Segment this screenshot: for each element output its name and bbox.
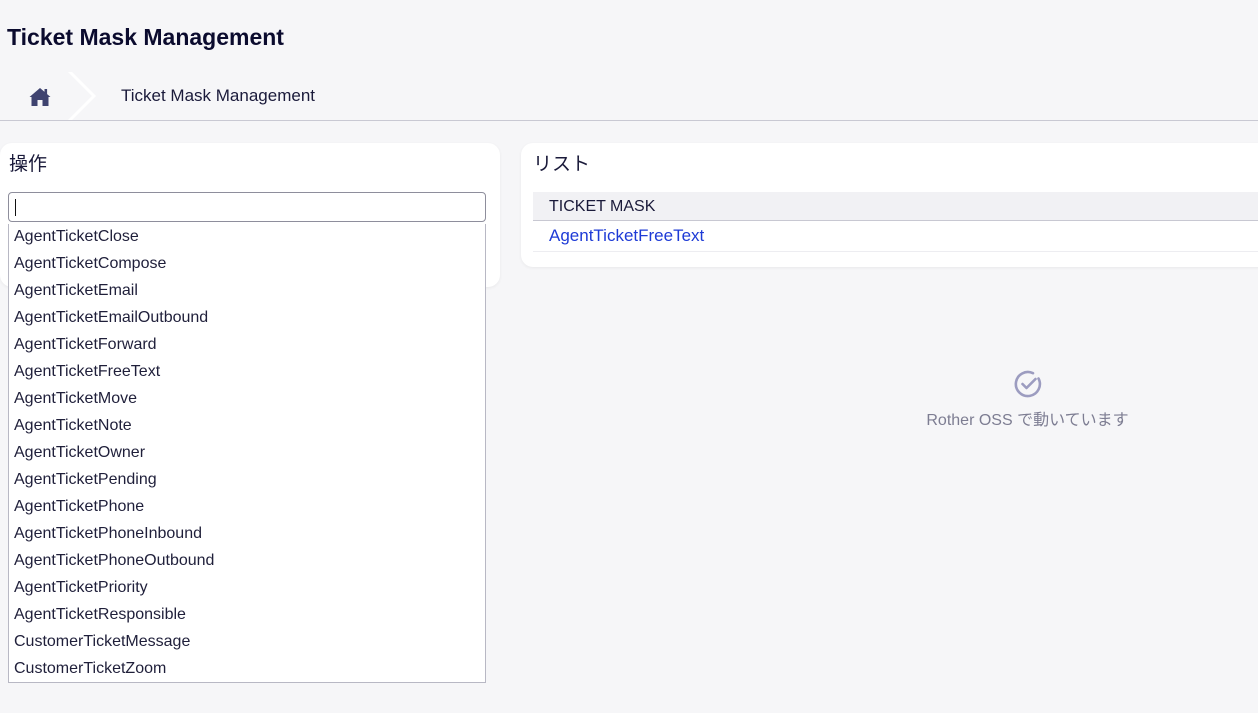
actions-panel-title: 操作 [9,154,48,175]
check-circle-icon [1014,370,1041,398]
breadcrumb-separator [68,72,96,120]
list-panel: リスト TICKET MASK AgentTicketFreeText [521,143,1258,267]
dropdown-option[interactable]: AgentTicketPending [9,467,485,494]
dropdown-option[interactable]: AgentTicketPhoneOutbound [9,548,485,575]
page-title: Ticket Mask Management [7,24,284,50]
dropdown-option[interactable]: AgentTicketMove [9,386,485,413]
home-link[interactable] [28,86,52,108]
dropdown-option[interactable]: AgentTicketClose [9,224,485,251]
dropdown-option[interactable]: AgentTicketPriority [9,575,485,602]
breadcrumb-current: Ticket Mask Management [121,86,315,105]
ticket-mask-link[interactable]: AgentTicketFreeText [549,226,704,246]
dropdown-option[interactable]: CustomerTicketZoom [9,656,485,683]
dropdown-option[interactable]: AgentTicketPhoneInbound [9,521,485,548]
table-row[interactable]: AgentTicketFreeText [533,221,1258,252]
dropdown-option[interactable]: AgentTicketEmail [9,278,485,305]
breadcrumb: Ticket Mask Management [0,72,1258,121]
dropdown-option[interactable]: AgentTicketForward [9,332,485,359]
table-header: TICKET MASK [533,192,1258,221]
dropdown-option[interactable]: AgentTicketEmailOutbound [9,305,485,332]
dropdown-option[interactable]: AgentTicketNote [9,413,485,440]
column-header-ticket-mask[interactable]: TICKET MASK [549,198,655,216]
dropdown-option[interactable]: CustomerTicketMessage [9,629,485,656]
dropdown-option[interactable]: AgentTicketCompose [9,251,485,278]
ticket-mask-dropdown[interactable]: AgentTicketClose AgentTicketCompose AgentT… [8,224,486,683]
home-icon [29,88,51,106]
dropdown-option[interactable]: AgentTicketResponsible [9,602,485,629]
dropdown-option[interactable]: AgentTicketOwner [9,440,485,467]
powered-by-text: Rother OSS で動いています [926,412,1129,429]
dropdown-option[interactable]: AgentTicketFreeText [9,359,485,386]
dropdown-option[interactable]: AgentTicketPhone [9,494,485,521]
text-caret [15,199,16,216]
list-panel-title: リスト [533,154,591,175]
powered-by: Rother OSS で動いています [900,368,1155,430]
ticket-mask-search-input[interactable] [8,192,486,222]
